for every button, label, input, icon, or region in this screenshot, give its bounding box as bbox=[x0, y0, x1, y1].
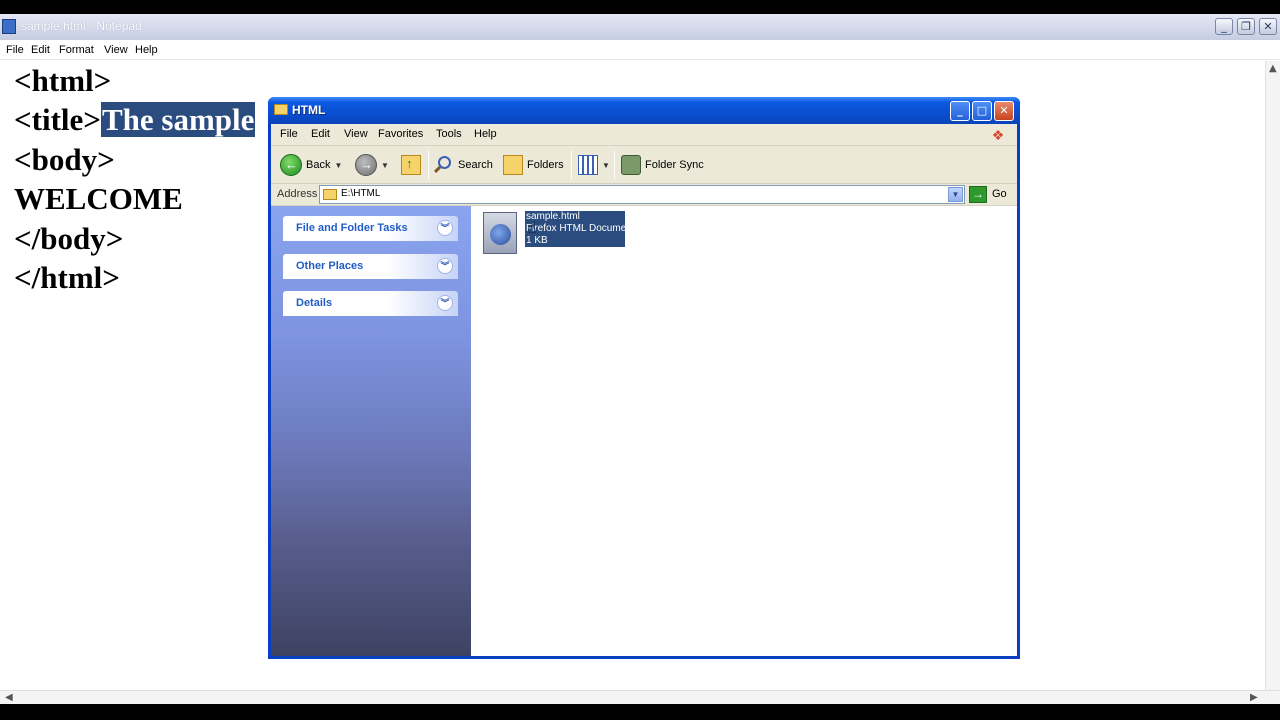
panel-label: File and Folder Tasks bbox=[296, 222, 408, 234]
menu-format[interactable]: Format bbox=[59, 44, 94, 56]
restore-button[interactable]: ❐ bbox=[1237, 18, 1255, 35]
back-arrow-icon: ← bbox=[280, 154, 302, 176]
title-tag-text: <title> bbox=[14, 102, 101, 137]
task-pane: File and Folder Tasks ︾ Other Places ︾ D… bbox=[271, 206, 471, 656]
chevron-down-icon[interactable]: ▼ bbox=[948, 187, 963, 202]
folder-sync-button[interactable]: Folder Sync bbox=[621, 153, 704, 177]
folders-label: Folders bbox=[527, 159, 564, 171]
file-size: 1 KB bbox=[526, 235, 548, 246]
chevron-down-icon[interactable]: ▼ bbox=[334, 161, 342, 170]
panel-label: Other Places bbox=[296, 260, 364, 272]
vertical-scrollbar[interactable]: ▲ bbox=[1265, 61, 1280, 690]
folder-icon bbox=[323, 189, 337, 200]
horizontal-scrollbar[interactable]: ◀ ▶ bbox=[0, 690, 1280, 704]
text-line: </body> bbox=[14, 221, 124, 256]
minimize-button[interactable]: _ bbox=[1215, 18, 1233, 35]
address-bar: Address E:\HTML ▼ → Go bbox=[271, 184, 1017, 206]
menu-help[interactable]: Help bbox=[135, 44, 158, 56]
back-label: Back bbox=[306, 159, 331, 171]
panel-label: Details bbox=[296, 297, 333, 309]
folder-sync-icon bbox=[621, 155, 641, 175]
selected-text: The sample bbox=[100, 102, 256, 137]
menu-help[interactable]: Help bbox=[474, 128, 497, 140]
scroll-left-icon[interactable]: ◀ bbox=[5, 692, 13, 703]
scroll-up-icon[interactable]: ▲ bbox=[1269, 63, 1277, 74]
explorer-toolbar: ← Back ▼ → ▼ ↑ Search Folders ▼ Folder S… bbox=[271, 146, 1017, 184]
file-list-area[interactable]: sample.html Firefox HTML Document 1 KB ☝ bbox=[471, 206, 1017, 656]
toolbar-separator bbox=[428, 151, 429, 179]
folder-icon bbox=[274, 104, 288, 115]
chevron-down-icon[interactable]: ︾ bbox=[437, 220, 453, 236]
menu-file[interactable]: File bbox=[280, 128, 298, 140]
up-folder-icon: ↑ bbox=[401, 155, 421, 175]
menu-view[interactable]: View bbox=[104, 44, 128, 56]
text-line: </html> bbox=[14, 260, 120, 295]
text-line: WELCOME bbox=[14, 181, 183, 216]
windows-logo-icon: ❖ bbox=[991, 127, 1005, 143]
address-label: Address bbox=[277, 188, 318, 200]
details-panel[interactable]: Details ︾ bbox=[283, 291, 458, 316]
folder-sync-label: Folder Sync bbox=[645, 159, 704, 171]
html-document-icon bbox=[483, 212, 517, 254]
address-input[interactable]: E:\HTML ▼ bbox=[319, 185, 965, 204]
menu-tools[interactable]: Tools bbox=[436, 128, 462, 140]
notepad-menu-bar: File Edit Format View Help bbox=[0, 40, 1280, 60]
file-folder-tasks-panel[interactable]: File and Folder Tasks ︾ bbox=[283, 216, 458, 241]
menu-file[interactable]: File bbox=[6, 44, 24, 56]
explorer-window: HTML _ □ ✕ File Edit View Favorites Tool… bbox=[268, 97, 1020, 659]
close-button[interactable]: ✕ bbox=[1259, 18, 1277, 35]
text-line: <html> bbox=[14, 63, 112, 98]
toolbar-separator bbox=[571, 151, 572, 179]
explorer-close-button[interactable]: ✕ bbox=[994, 101, 1014, 121]
go-button[interactable]: Go bbox=[992, 188, 1007, 200]
chevron-down-icon[interactable]: ︾ bbox=[437, 295, 453, 311]
explorer-title: HTML bbox=[292, 103, 326, 117]
views-icon bbox=[578, 155, 598, 175]
notepad-title-bar[interactable]: sample.html - Notepad _ ❐ ✕ bbox=[0, 14, 1280, 40]
forward-arrow-icon: → bbox=[355, 154, 377, 176]
menu-edit[interactable]: Edit bbox=[311, 128, 330, 140]
menu-favorites[interactable]: Favorites bbox=[378, 128, 423, 140]
go-arrow-icon[interactable]: → bbox=[969, 186, 987, 203]
address-value: E:\HTML bbox=[341, 188, 381, 199]
hand-cursor-icon: ☝ bbox=[527, 218, 537, 237]
folders-icon bbox=[503, 155, 523, 175]
explorer-menu-bar: File Edit View Favorites Tools Help ❖ bbox=[271, 124, 1017, 146]
chevron-down-icon[interactable]: ︾ bbox=[437, 258, 453, 274]
search-button[interactable]: Search bbox=[433, 153, 493, 177]
notepad-icon bbox=[2, 19, 16, 34]
chevron-down-icon[interactable]: ▼ bbox=[381, 161, 389, 170]
notepad-title: sample.html - Notepad bbox=[21, 19, 142, 33]
toolbar-separator bbox=[614, 151, 615, 179]
chevron-down-icon[interactable]: ▼ bbox=[602, 161, 610, 170]
back-button[interactable]: ← Back ▼ bbox=[280, 153, 342, 177]
explorer-maximize-button[interactable]: □ bbox=[972, 101, 992, 121]
search-icon bbox=[433, 155, 454, 175]
menu-view[interactable]: View bbox=[344, 128, 368, 140]
menu-edit[interactable]: Edit bbox=[31, 44, 50, 56]
forward-button[interactable]: → ▼ bbox=[355, 153, 389, 177]
search-label: Search bbox=[458, 159, 493, 171]
up-folder-button[interactable]: ↑ bbox=[401, 153, 421, 177]
other-places-panel[interactable]: Other Places ︾ bbox=[283, 254, 458, 279]
explorer-minimize-button[interactable]: _ bbox=[950, 101, 970, 121]
scroll-right-icon[interactable]: ▶ bbox=[1250, 692, 1258, 703]
text-line: <title>The sample bbox=[14, 101, 256, 139]
explorer-title-bar[interactable]: HTML _ □ ✕ bbox=[268, 97, 1020, 124]
folders-button[interactable]: Folders bbox=[503, 153, 564, 177]
text-line: <body> bbox=[14, 142, 115, 177]
views-button[interactable]: ▼ bbox=[578, 153, 610, 177]
